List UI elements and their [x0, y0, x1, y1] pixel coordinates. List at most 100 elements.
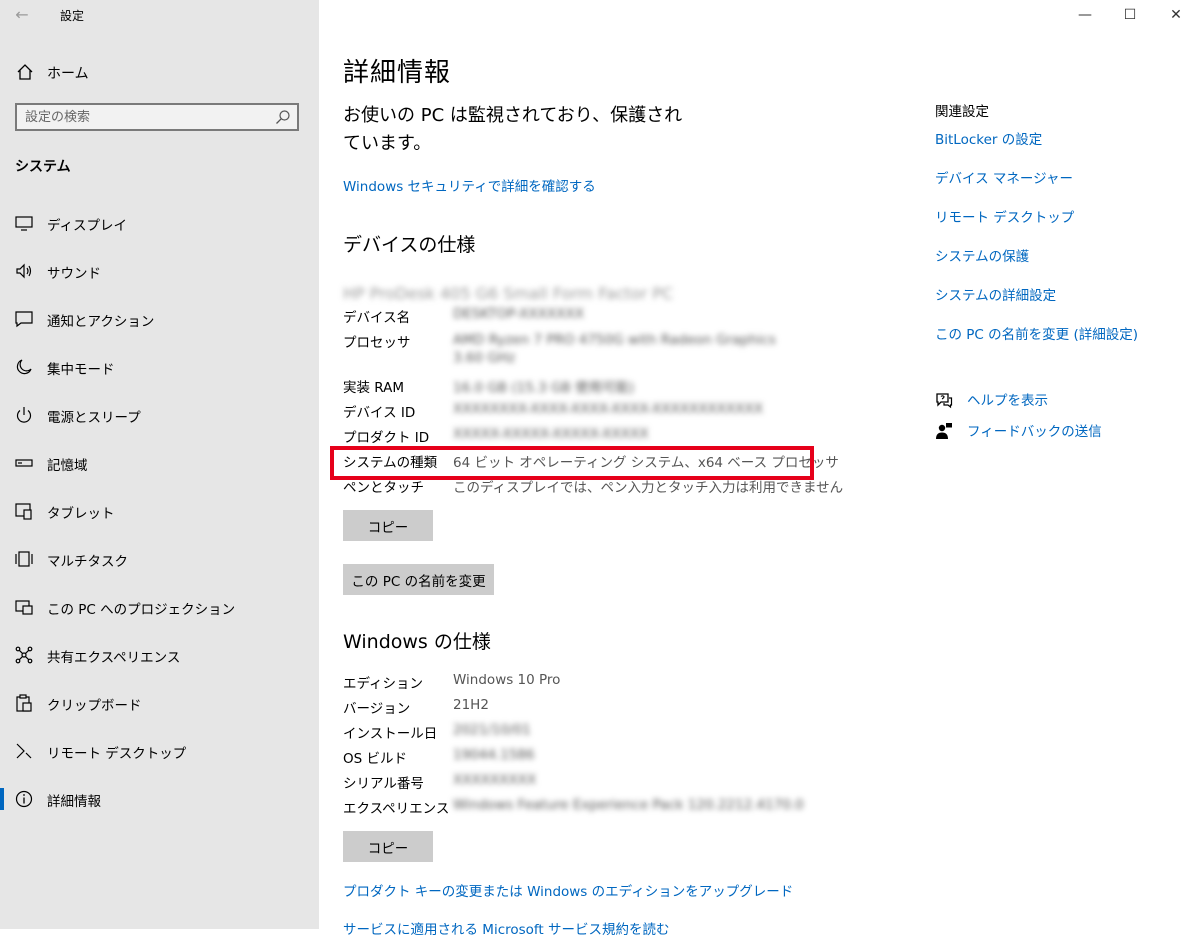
sidebar: ← 設定 ホーム システム ディスプレイ サウンド 通知とアクション 集中モード…: [0, 0, 319, 929]
sidebar-item-label: タブレット: [47, 506, 115, 522]
rename-pc-button[interactable]: この PC の名前を変更: [343, 564, 494, 595]
protection-status: お使いの PC は監視されており、保護されています。: [343, 105, 683, 154]
sidebar-item-sound[interactable]: サウンド: [0, 251, 319, 291]
spec-key: プロダクト ID: [343, 430, 430, 446]
sidebar-item-label: ホーム: [47, 66, 89, 82]
spec-row: OS ビルド 19044.1586: [343, 747, 823, 771]
spec-row: デバイス ID XXXXXXXX-XXXX-XXXX-XXXX-XXXXXXXX…: [343, 401, 823, 425]
spec-key: シリアル番号: [343, 776, 424, 792]
upgrade-edition-link[interactable]: プロダクト キーの変更または Windows のエディションをアップグレード: [343, 880, 793, 900]
sidebar-item-remote-desktop[interactable]: リモート デスクトップ: [0, 731, 319, 771]
share-icon: [15, 646, 33, 664]
advanced-system-settings-link[interactable]: システムの詳細設定: [935, 284, 1056, 304]
spec-value: 19044.1586: [453, 747, 535, 763]
spec-key: バージョン: [343, 701, 411, 717]
sidebar-item-label: この PC へのプロジェクション: [47, 602, 236, 618]
sidebar-item-label: 集中モード: [47, 362, 115, 378]
spec-row: バージョン 21H2: [343, 697, 823, 721]
sidebar-item-label: サウンド: [47, 266, 101, 282]
spec-row: エディション Windows 10 Pro: [343, 672, 823, 696]
sidebar-item-power[interactable]: 電源とスリープ: [0, 395, 319, 435]
projection-icon: [15, 600, 33, 615]
back-arrow-icon[interactable]: ←: [10, 4, 34, 26]
sidebar-item-focus[interactable]: 集中モード: [0, 347, 319, 387]
monitor-icon: [15, 216, 33, 231]
spec-value: DESKTOP-XXXXXXX: [453, 306, 584, 322]
sidebar-item-label: マルチタスク: [47, 554, 128, 570]
search-input[interactable]: [25, 108, 265, 126]
storage-icon: [15, 459, 33, 467]
sidebar-item-clipboard[interactable]: クリップボード: [0, 683, 319, 723]
copy-device-specs-button[interactable]: コピー: [343, 510, 433, 541]
power-icon: [16, 407, 32, 423]
minimize-icon[interactable]: —: [1074, 6, 1096, 24]
sidebar-item-label: リモート デスクトップ: [47, 746, 187, 762]
notification-icon: [15, 311, 33, 328]
sidebar-item-label: クリップボード: [47, 698, 142, 714]
home-icon: [17, 64, 33, 80]
sidebar-item-label: 共有エクスペリエンス: [47, 650, 181, 666]
security-details-link[interactable]: Windows セキュリティで詳細を確認する: [343, 175, 596, 195]
device-spec-heading: デバイスの仕様: [343, 234, 476, 256]
spec-row: デバイス名 DESKTOP-XXXXXXX: [343, 306, 823, 330]
highlight-box: [330, 446, 814, 480]
spec-key: OS ビルド: [343, 751, 407, 767]
spec-value: Windows 10 Pro: [453, 672, 561, 688]
spec-key: デバイス名: [343, 310, 411, 326]
spec-value: 21H2: [453, 697, 489, 713]
spec-value: 2021/10/01: [453, 722, 531, 738]
spec-key: インストール日: [343, 726, 438, 742]
sidebar-item-about[interactable]: 詳細情報: [0, 779, 319, 819]
get-help-link[interactable]: ヘルプを表示: [967, 389, 1048, 409]
windows-spec-heading: Windows の仕様: [343, 631, 491, 653]
spec-value: XXXXXXXXX: [453, 772, 537, 788]
system-protection-link[interactable]: システムの保護: [935, 245, 1029, 265]
help-chat-icon: [936, 393, 953, 409]
spec-row: 実装 RAM 16.0 GB (15.3 GB 使用可能): [343, 376, 823, 400]
rename-pc-advanced-link[interactable]: この PC の名前を変更 (詳細設定): [935, 323, 1138, 343]
sidebar-item-label: 通知とアクション: [47, 314, 155, 330]
spec-row: プロセッサ AMD Ryzen 7 PRO 4750G with Radeon …: [343, 331, 823, 375]
sidebar-item-label: 電源とスリープ: [47, 410, 141, 426]
search-icon[interactable]: [275, 109, 291, 125]
close-icon[interactable]: ✕: [1165, 6, 1187, 24]
bitlocker-settings-link[interactable]: BitLocker の設定: [935, 128, 1042, 148]
info-icon: [15, 790, 33, 808]
device-manager-link[interactable]: デバイス マネージャー: [935, 167, 1073, 187]
feedback-icon: [936, 423, 952, 439]
title-bar: ← 設定: [0, 0, 319, 32]
sidebar-item-label: 記憶域: [47, 458, 88, 474]
spec-value: XXXXX-XXXXX-XXXXX-XXXXX: [453, 426, 649, 442]
spec-row: シリアル番号 XXXXXXXXX: [343, 772, 823, 796]
spec-value: Windows Feature Experience Pack 120.2212…: [453, 797, 804, 813]
section-label: システム: [15, 159, 71, 175]
spec-key: エディション: [343, 676, 424, 692]
search-box[interactable]: [15, 103, 299, 131]
active-indicator: [0, 788, 4, 810]
sidebar-item-notifications[interactable]: 通知とアクション: [0, 299, 319, 339]
tablet-icon: [15, 503, 32, 520]
sidebar-item-tablet[interactable]: タブレット: [0, 491, 319, 531]
sidebar-item-multitask[interactable]: マルチタスク: [0, 539, 319, 579]
device-model: HP ProDesk 405 G6 Small Form Factor PC: [343, 284, 674, 303]
maximize-icon[interactable]: ☐: [1119, 6, 1141, 24]
spec-key: エクスペリエンス: [343, 801, 450, 817]
sidebar-item-projection[interactable]: この PC へのプロジェクション: [0, 587, 319, 627]
spec-value: 16.0 GB (15.3 GB 使用可能): [453, 380, 635, 396]
service-terms-link[interactable]: サービスに適用される Microsoft サービス規約を読む: [343, 918, 670, 938]
remote-desktop-link[interactable]: リモート デスクトップ: [935, 206, 1074, 226]
feedback-link[interactable]: フィードバックの送信: [967, 420, 1102, 440]
copy-windows-specs-button[interactable]: コピー: [343, 831, 433, 862]
spec-value: XXXXXXXX-XXXX-XXXX-XXXX-XXXXXXXXXXXX: [453, 401, 764, 417]
spec-key: プロセッサ: [343, 335, 411, 351]
moon-icon: [16, 359, 32, 375]
spec-key: 実装 RAM: [343, 380, 405, 396]
multitask-icon: [15, 551, 33, 567]
page-title: 詳細情報: [343, 58, 452, 88]
sidebar-item-home[interactable]: ホーム: [0, 56, 319, 88]
sidebar-item-shared-experiences[interactable]: 共有エクスペリエンス: [0, 635, 319, 675]
spec-value: AMD Ryzen 7 PRO 4750G with Radeon Graphi…: [453, 332, 776, 366]
related-settings-title: 関連設定: [935, 104, 989, 120]
sidebar-item-display[interactable]: ディスプレイ: [0, 203, 319, 243]
sidebar-item-storage[interactable]: 記憶域: [0, 443, 319, 483]
